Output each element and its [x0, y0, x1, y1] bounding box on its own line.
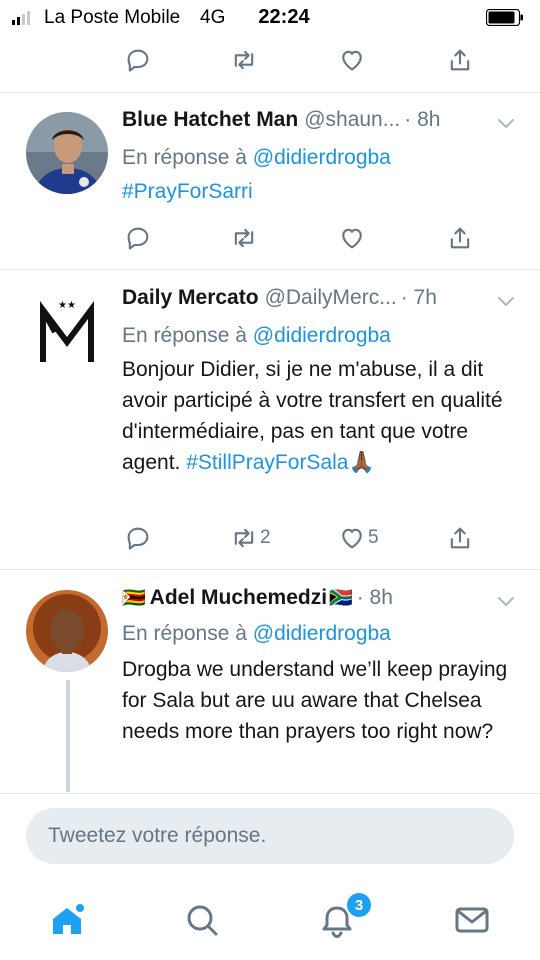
tweet-text: Bonjour Didier, si je ne m'abuse, il a d… [122, 354, 514, 478]
reply-mention-link[interactable]: @didierdrogba [253, 146, 391, 169]
home-icon [53, 904, 84, 934]
hashtag-link[interactable]: #PrayForSarri [122, 180, 253, 203]
retweet-icon [234, 50, 254, 70]
reply-prefix: En réponse à [122, 622, 247, 645]
reply-context: En réponse à @didierdrogba [122, 146, 391, 170]
tweet[interactable]: 🇿🇼 Adel Muchemedzi 🇿🇦 · 8h En réponse à … [0, 586, 540, 792]
nav-search[interactable] [172, 890, 232, 950]
reply-mention-link[interactable]: @didierdrogba [253, 622, 391, 645]
like-count: 5 [368, 527, 379, 548]
like-button[interactable] [338, 42, 366, 78]
status-time: 22:24 [258, 6, 310, 28]
heart-icon [342, 50, 362, 71]
messages-icon [455, 907, 489, 933]
svg-text:★★: ★★ [58, 300, 76, 311]
battery-icon [486, 9, 523, 26]
user-handle[interactable]: @shaun... [304, 108, 400, 132]
tweet-header: Blue Hatchet Man @shaun... · 8h [122, 108, 492, 138]
avatar-image [26, 112, 108, 194]
share-icon [450, 527, 470, 549]
tweet-actions: 2 5 [124, 520, 484, 556]
avatar[interactable]: ★★ [26, 290, 108, 372]
share-icon [450, 49, 470, 71]
user-name[interactable]: Blue Hatchet Man [122, 108, 298, 132]
daily-mercato-logo: ★★ [40, 300, 94, 362]
avatar[interactable] [26, 112, 108, 194]
retweet-icon [234, 228, 254, 248]
tweet-header: 🇿🇼 Adel Muchemedzi 🇿🇦 · 8h [122, 586, 492, 616]
heart-icon [342, 228, 362, 249]
tweet-time: · 8h [404, 108, 441, 131]
tweet-text: #PrayForSarri [122, 176, 522, 207]
south-africa-flag-emoji: 🇿🇦 [329, 588, 353, 609]
retweet-button[interactable] [230, 220, 258, 256]
user-name[interactable]: Daily Mercato [122, 286, 259, 310]
chevron-down-icon[interactable] [496, 116, 516, 130]
bottom-navigation [0, 880, 540, 960]
avatar[interactable] [26, 590, 108, 672]
praying-hands-emoji: 🙏🏾 [348, 451, 375, 474]
reply-icon [127, 49, 149, 72]
search-icon [187, 905, 218, 936]
reply-context: En réponse à @didierdrogba [122, 622, 391, 646]
divider [0, 92, 540, 93]
hashtag-link[interactable]: #StillPrayForSala [186, 451, 348, 474]
tweet-header: Daily Mercato @DailyMerc... · 7h [122, 286, 492, 316]
share-button[interactable] [446, 220, 474, 256]
share-button[interactable] [446, 42, 474, 78]
retweet-count: 2 [260, 527, 271, 548]
status-bar: La Poste Mobile 4G 22:24 [0, 0, 540, 34]
reply-button[interactable] [124, 42, 152, 78]
chevron-down-icon[interactable] [496, 594, 516, 608]
heart-icon [342, 528, 362, 549]
tweet-time: · 8h [356, 586, 393, 609]
reply-button[interactable] [124, 520, 152, 556]
retweet-button[interactable]: 2 [230, 520, 271, 556]
thread-connector-line [66, 680, 70, 792]
tweet-time: · 7h [400, 286, 437, 309]
user-name[interactable]: Adel Muchemedzi [150, 586, 327, 610]
reply-input[interactable]: Tweetez votre réponse. [26, 808, 514, 864]
chevron-down-icon[interactable] [496, 294, 516, 308]
divider [0, 569, 540, 570]
reply-context: En réponse à @didierdrogba [122, 324, 391, 348]
reply-icon [127, 527, 149, 550]
reply-mention-link[interactable]: @didierdrogba [253, 324, 391, 347]
user-handle[interactable]: @DailyMerc... [265, 286, 397, 310]
reply-input-placeholder: Tweetez votre réponse. [48, 824, 267, 847]
notification-badge: 3 [345, 891, 373, 919]
share-button[interactable] [446, 520, 474, 556]
reply-prefix: En réponse à [122, 146, 247, 169]
tweet-text: Drogba we understand we’ll keep praying … [122, 654, 522, 747]
reply-icon [127, 227, 149, 250]
share-icon [450, 227, 470, 249]
tweet-actions-previous [124, 42, 484, 78]
divider [0, 269, 540, 270]
nav-messages[interactable] [442, 890, 502, 950]
retweet-icon [234, 528, 254, 548]
tweet-body-text: Drogba we understand we’ll keep praying … [122, 658, 508, 743]
nav-home[interactable] [37, 890, 97, 950]
tweet-actions [124, 220, 484, 256]
avatar-image [26, 590, 108, 672]
zimbabwe-flag-emoji: 🇿🇼 [122, 588, 146, 609]
like-button[interactable] [338, 220, 366, 256]
divider [0, 793, 540, 794]
reply-button[interactable] [124, 220, 152, 256]
retweet-button[interactable] [230, 42, 258, 78]
like-button[interactable]: 5 [338, 520, 379, 556]
reply-prefix: En réponse à [122, 324, 247, 347]
